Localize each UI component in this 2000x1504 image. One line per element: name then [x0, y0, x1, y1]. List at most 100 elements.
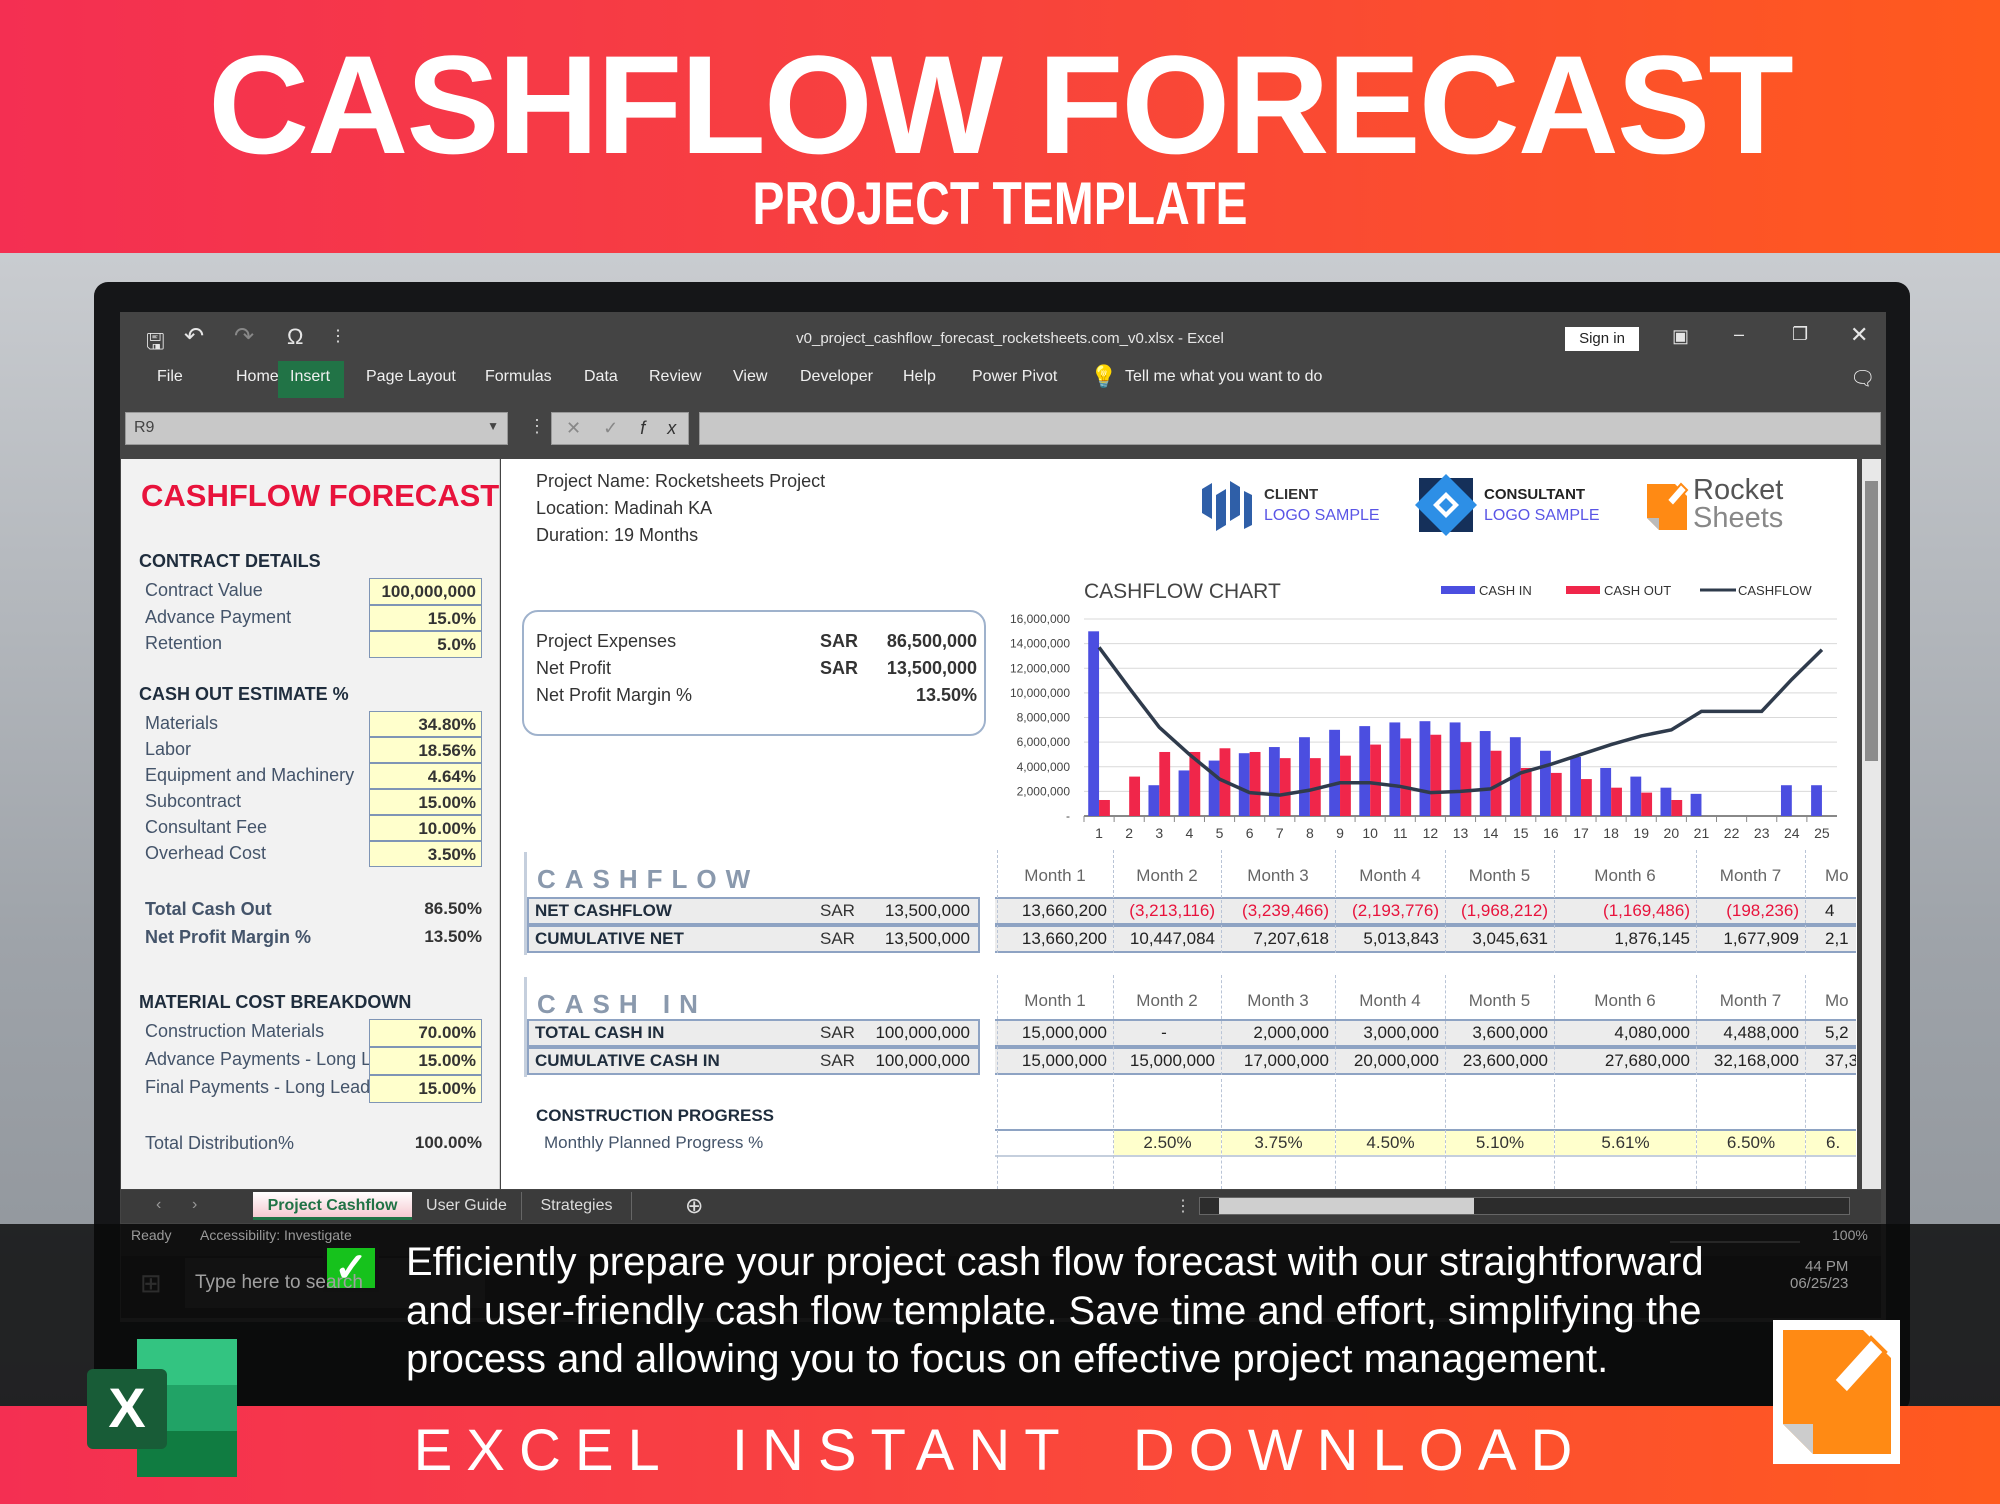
- field-input[interactable]: 18.56%: [369, 737, 482, 763]
- rocketsheets-logo-icon: [1645, 480, 1689, 532]
- field-label: Overhead Cost: [145, 843, 267, 863]
- status-ready: Ready: [131, 1227, 172, 1243]
- consultant-logo-label: CONSULTANT: [1484, 486, 1586, 503]
- name-box[interactable]: R9 ▼: [125, 412, 508, 445]
- progress-cell[interactable]: 5.61%: [1555, 1131, 1696, 1155]
- comments-icon[interactable]: 🗨: [1850, 366, 1875, 391]
- next-sheet-icon[interactable]: ›: [192, 1196, 197, 1214]
- x-tick-label: 5: [1216, 825, 1224, 841]
- ribbon-tab-file[interactable]: File: [157, 368, 183, 386]
- y-tick-label: 4,000,000: [1017, 760, 1071, 774]
- omega-symbol-icon[interactable]: Ω: [287, 324, 303, 350]
- bar-cash-in: [1389, 722, 1401, 816]
- taskbar-search-placeholder[interactable]: Type here to search: [195, 1272, 363, 1294]
- clock-date: 06/25/23: [1790, 1275, 1849, 1292]
- field-input[interactable]: 4.64%: [369, 763, 482, 789]
- ribbon-tab-formulas[interactable]: Formulas: [485, 368, 552, 386]
- field-input[interactable]: 70.00%: [369, 1019, 482, 1047]
- ribbon-tab-home[interactable]: Home: [236, 368, 279, 386]
- close-icon[interactable]: ✕: [1850, 322, 1868, 348]
- save-icon[interactable]: 🖫: [146, 325, 165, 363]
- minimize-icon[interactable]: –: [1734, 324, 1744, 345]
- vertical-scroll-thumb[interactable]: [1865, 481, 1878, 761]
- ribbon-tab-insert[interactable]: Insert: [290, 368, 330, 386]
- progress-cell[interactable]: 6.: [1806, 1131, 1856, 1155]
- sign-in-button[interactable]: Sign in: [1565, 327, 1639, 351]
- ribbon-tab-page-layout[interactable]: Page Layout: [366, 368, 456, 386]
- total-value: 86.50%: [424, 899, 482, 918]
- sheet-tab-strategies[interactable]: Strategies: [522, 1192, 632, 1220]
- vertical-scrollbar[interactable]: [1862, 459, 1881, 1189]
- sheet-tab-user-guide[interactable]: User Guide: [412, 1192, 522, 1220]
- formula-input[interactable]: [699, 412, 1881, 445]
- horizontal-scroll-thumb[interactable]: [1219, 1198, 1474, 1214]
- month-cell: 3,600,000: [1472, 1023, 1548, 1042]
- accessibility-status[interactable]: Accessibility: Investigate: [200, 1227, 352, 1243]
- field-input[interactable]: 3.50%: [369, 841, 482, 867]
- horizontal-scrollbar[interactable]: [1199, 1197, 1850, 1215]
- tell-me-search[interactable]: Tell me what you want to do: [1125, 368, 1322, 386]
- ribbon-tab-review[interactable]: Review: [649, 368, 701, 386]
- restore-icon[interactable]: ❐: [1792, 324, 1808, 345]
- row-total: 100,000,000: [875, 1023, 970, 1042]
- consultant-logo-sample: LOGO SAMPLE: [1484, 507, 1600, 524]
- month-cell: 4,488,000: [1723, 1023, 1799, 1042]
- month-cell: (198,236): [1726, 901, 1799, 920]
- rocket-word: Rocket: [1693, 474, 1784, 506]
- enter-icon[interactable]: ✓: [603, 418, 640, 438]
- progress-cell[interactable]: 5.10%: [1446, 1131, 1554, 1155]
- add-sheet-icon[interactable]: ⊕: [685, 1193, 703, 1219]
- undo-icon[interactable]: ↶: [184, 322, 204, 351]
- field-input[interactable]: 15.00%: [369, 1047, 482, 1075]
- field-input[interactable]: 34.80%: [369, 711, 482, 737]
- x-tick-label: 1: [1095, 825, 1103, 841]
- x-tick-label: 21: [1694, 825, 1710, 841]
- x-tick-label: 3: [1155, 825, 1163, 841]
- x-tick-label: 12: [1423, 825, 1439, 841]
- month-cell: 37,3: [1825, 1051, 1856, 1070]
- ribbon-display-icon[interactable]: ▣: [1672, 326, 1689, 347]
- redo-icon[interactable]: ↷: [234, 322, 254, 351]
- month-cell: 15,000,000: [1129, 1051, 1215, 1070]
- bar-cash-in: [1088, 631, 1100, 816]
- function-icon[interactable]: fx: [640, 418, 698, 438]
- customize-qat-icon[interactable]: ⋮: [330, 326, 346, 346]
- tab-split-handle[interactable]: ⋮: [1175, 1196, 1191, 1216]
- ribbon-tab-help[interactable]: Help: [903, 368, 936, 386]
- row-total: 13,500,000: [884, 901, 970, 920]
- field-input[interactable]: 15.00%: [369, 789, 482, 815]
- lightbulb-icon: 💡: [1090, 364, 1118, 389]
- zoom-level[interactable]: 100%: [1832, 1227, 1868, 1243]
- progress-cell[interactable]: 4.50%: [1336, 1131, 1445, 1155]
- field-input[interactable]: 5.0%: [369, 631, 482, 658]
- ribbon-tab-data[interactable]: Data: [584, 368, 618, 386]
- cancel-icon[interactable]: ✕: [566, 418, 603, 438]
- window-title: v0_project_cashflow_forecast_rocketsheet…: [796, 330, 1224, 347]
- month-cell: 23,600,000: [1462, 1051, 1548, 1070]
- field-input[interactable]: 15.0%: [369, 604, 482, 631]
- progress-cell[interactable]: 3.75%: [1222, 1131, 1335, 1155]
- ribbon-tab-developer[interactable]: Developer: [800, 368, 873, 386]
- field-input[interactable]: 15.00%: [369, 1075, 482, 1103]
- month-header: Month 4: [1359, 866, 1421, 885]
- prev-sheet-icon[interactable]: ‹: [156, 1196, 161, 1214]
- bar-cash-in: [1600, 767, 1612, 816]
- progress-cell[interactable]: 2.50%: [1114, 1131, 1221, 1155]
- field-label: Retention: [145, 633, 223, 653]
- sheet-tab-project-cashflow[interactable]: Project Cashflow: [253, 1192, 412, 1220]
- field-input[interactable]: 10.00%: [369, 815, 482, 841]
- bar-cash-out: [1550, 772, 1562, 816]
- progress-cell[interactable]: 6.50%: [1697, 1131, 1805, 1155]
- ribbon-tab-power-pivot[interactable]: Power Pivot: [972, 368, 1057, 386]
- sheets-word: Sheets: [1693, 502, 1784, 534]
- banner-title: CASHFLOW FORECAST: [208, 26, 1794, 183]
- month-cell: (3,213,116): [1129, 901, 1215, 920]
- chevron-down-icon[interactable]: ▼: [487, 419, 499, 433]
- field-input[interactable]: 100,000,000: [369, 578, 482, 605]
- bar-cash-in: [1540, 750, 1551, 816]
- ribbon-tab-view[interactable]: View: [733, 368, 767, 386]
- x-tick-label: 14: [1483, 825, 1499, 841]
- drag-handle-icon[interactable]: ⋮: [528, 416, 546, 437]
- month-header: Month 2: [1136, 866, 1198, 885]
- progress-cell[interactable]: [998, 1131, 1113, 1155]
